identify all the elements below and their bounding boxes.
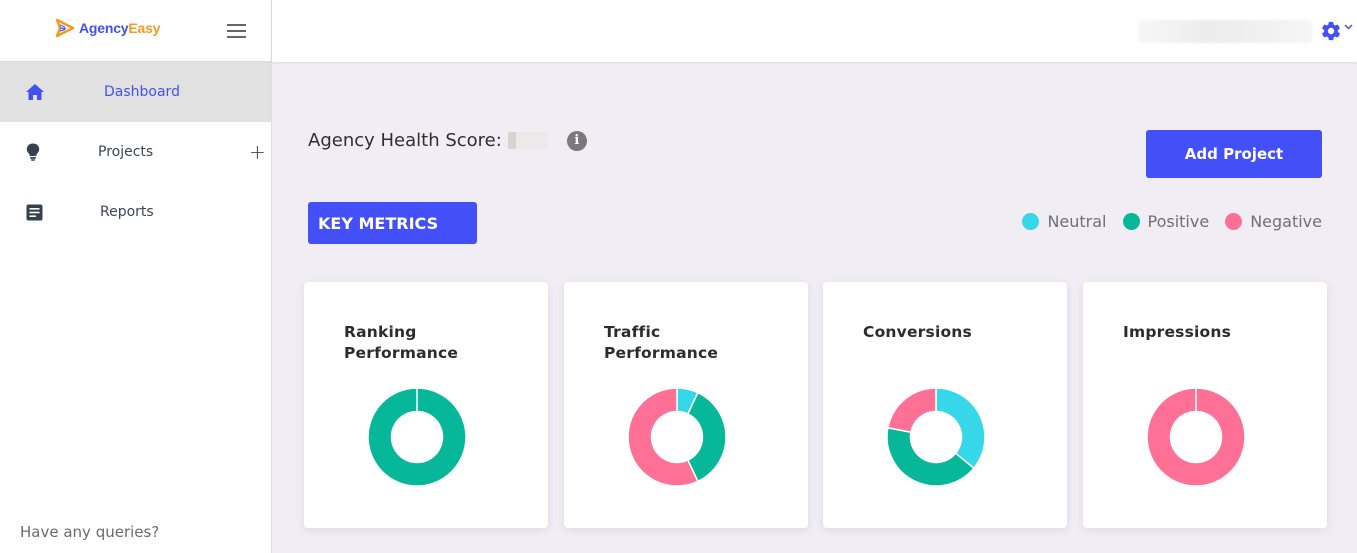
legend-label: Positive <box>1147 212 1210 231</box>
card-title: Conversions <box>863 323 972 341</box>
chart-legend: Neutral Positive Negative <box>1006 212 1322 231</box>
legend-item-neutral: Neutral <box>1022 212 1107 231</box>
metric-card-conversions[interactable]: Conversions <box>823 282 1067 528</box>
menu-toggle-icon[interactable] <box>227 24 246 38</box>
add-project-plus-icon[interactable]: + <box>249 142 266 162</box>
legend-item-negative: Negative <box>1225 212 1322 231</box>
sidebar-item-projects[interactable]: Projects + <box>0 122 271 182</box>
health-score-value-redacted <box>507 132 548 149</box>
card-title: Ranking Performance <box>344 323 459 362</box>
add-project-button[interactable]: Add Project <box>1146 130 1322 178</box>
donut-chart-conversions[interactable] <box>886 387 986 487</box>
donut-slice-positive[interactable] <box>686 391 727 483</box>
sidebar-item-label: Projects <box>98 144 154 160</box>
logo-bar: AgencyEasy <box>0 0 271 62</box>
logo-icon <box>55 18 75 38</box>
donut-slice-neutral[interactable] <box>935 387 986 470</box>
top-bar <box>272 0 1357 62</box>
donut-slice-positive[interactable] <box>367 387 467 487</box>
chevron-down-icon[interactable] <box>1344 22 1353 33</box>
legend-dot-neutral <box>1022 213 1040 230</box>
card-title: Traffic Performance <box>604 323 719 362</box>
agency-health-score: Agency Health Score: i <box>308 130 587 151</box>
logo-text-easy: Easy <box>128 20 161 36</box>
metric-card-traffic[interactable]: Traffic Performance <box>564 282 808 528</box>
donut-chart-ranking[interactable] <box>367 387 467 487</box>
logo-text-agency: Agency <box>79 20 129 36</box>
legend-item-positive: Positive <box>1122 212 1210 231</box>
document-icon <box>24 202 44 222</box>
donut-chart-traffic[interactable] <box>627 387 727 487</box>
lightbulb-icon <box>23 142 43 162</box>
sidebar-item-dashboard[interactable]: Dashboard <box>0 62 271 122</box>
key-metrics-heading: KEY METRICS <box>308 202 477 244</box>
logo[interactable]: AgencyEasy <box>55 18 160 38</box>
card-title: Impressions <box>1123 323 1232 341</box>
home-icon <box>25 82 45 102</box>
sidebar-item-reports[interactable]: Reports <box>0 182 271 242</box>
gear-icon[interactable] <box>1320 20 1342 42</box>
sidebar-item-label: Reports <box>100 204 154 220</box>
donut-slice-negative[interactable] <box>1146 387 1246 487</box>
help-queries-link[interactable]: Have any queries? <box>20 523 159 541</box>
health-score-label: Agency Health Score: <box>308 130 502 151</box>
user-name-redacted <box>1138 20 1312 43</box>
donut-slice-positive[interactable] <box>886 426 975 487</box>
donut-slice-negative[interactable] <box>886 387 937 434</box>
legend-dot-positive <box>1122 213 1140 230</box>
sidebar: AgencyEasy Dashboard Projects + Reports … <box>0 0 272 553</box>
sidebar-item-label: Dashboard <box>104 84 180 100</box>
legend-label: Negative <box>1250 212 1322 231</box>
legend-dot-negative <box>1225 213 1243 230</box>
metric-card-ranking[interactable]: Ranking Performance <box>304 282 548 528</box>
info-icon[interactable]: i <box>566 130 587 151</box>
legend-label: Neutral <box>1047 212 1107 231</box>
logo-text: AgencyEasy <box>79 20 160 36</box>
donut-chart-impressions[interactable] <box>1146 387 1246 487</box>
metric-card-impressions[interactable]: Impressions <box>1083 282 1327 528</box>
